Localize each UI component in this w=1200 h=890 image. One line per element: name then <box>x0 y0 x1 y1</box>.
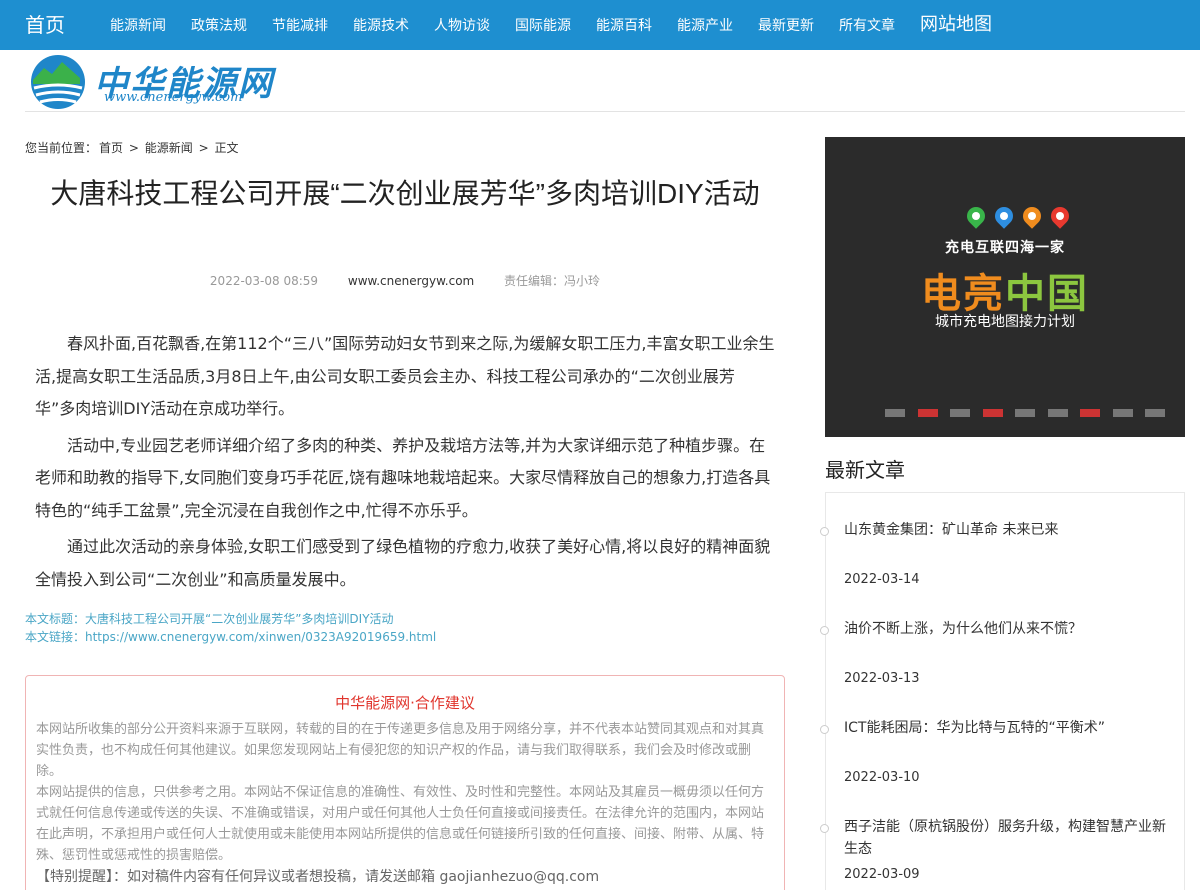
notice-title: 中华能源网·合作建议 <box>335 694 475 712</box>
ad-headline: 充电互联四海一家 <box>945 240 1065 256</box>
nav-item-latest-updates[interactable]: 最新更新 <box>758 15 814 35</box>
breadcrumb-home-link[interactable]: 首页 <box>99 141 123 155</box>
cooperation-notice: 中华能源网·合作建议 本网站所收集的部分公开资料来源于互联网，转载的目的在于传递… <box>25 675 785 890</box>
nav-home-link[interactable]: 首页 <box>25 9 65 38</box>
latest-article-date: 2022-03-09 <box>844 867 920 882</box>
bullet-icon <box>820 824 829 833</box>
top-nav-bar: 首页 能源新闻 政策法规 节能减排 能源技术 人物访谈 国际能源 能源百科 能源… <box>0 0 1200 50</box>
sponsor-logo-icon <box>1047 409 1068 417</box>
latest-article-link[interactable]: 西子洁能（原杭锅股份）服务升级，构建智慧产业新生态 <box>844 816 1174 860</box>
nav-item-policy[interactable]: 政策法规 <box>191 15 247 35</box>
notice-paragraph: 本网站所收集的部分公开资料来源于互联网，转载的目的在于传递更多信息及用于网络分享… <box>36 722 765 779</box>
article-info-link[interactable]: 本文链接：https://www.cnenergyw.com/xinwen/03… <box>25 628 436 646</box>
map-pin-icon <box>991 203 1017 229</box>
nav-sitemap-link[interactable]: 网站地图 <box>920 10 992 36</box>
sidebar-ad-banner[interactable]: 充电互联四海一家 电亮中国 城市充电地图接力计划 <box>825 137 1185 437</box>
map-pin-icon <box>1019 203 1045 229</box>
sponsor-logo-icon <box>1112 409 1133 417</box>
article-paragraph: 春风扑面,百花飘香,在第112个“三八”国际劳动妇女节到来之际,为缓解女职工压力… <box>35 334 775 419</box>
nav-item-energy-news[interactable]: 能源新闻 <box>110 15 166 35</box>
nav-item-energy-saving[interactable]: 节能减排 <box>272 15 328 35</box>
sponsor-logo-icon <box>917 409 938 417</box>
article-source: www.cnenergyw.com <box>347 274 475 288</box>
sponsor-logo-icon <box>1080 409 1100 417</box>
article-body: 春风扑面,百花飘香,在第112个“三八”国际劳动妇女节到来之际,为缓解女职工压力… <box>35 328 775 600</box>
breadcrumb-section-link[interactable]: 能源新闻 <box>145 141 193 155</box>
article-date: 2022-03-08 08:59 <box>209 274 319 288</box>
nav-item-encyclopedia[interactable]: 能源百科 <box>596 15 652 35</box>
latest-article-link[interactable]: 油价不断上涨，为什么他们从来不慌？ <box>844 618 1174 640</box>
header-divider <box>25 111 1185 112</box>
map-pin-icon <box>963 203 989 229</box>
nav-item-all-articles[interactable]: 所有文章 <box>839 15 895 35</box>
latest-article-date: 2022-03-10 <box>844 770 920 785</box>
sponsor-logo-icon <box>885 409 905 417</box>
nav-item-intl-energy[interactable]: 国际能源 <box>515 15 571 35</box>
notice-contact: 【特别提醒】：如对稿件内容有任何异议或者想投稿，请发送邮箱 gaojianhez… <box>36 869 600 885</box>
article-paragraph: 活动中,专业园艺老师详细介绍了多肉的种类、养护及栽培方法等,并为大家详细示范了种… <box>35 435 771 520</box>
article-meta: 2022-03-08 08:59 www.cnenergyw.com 责任编辑：… <box>25 272 785 289</box>
sponsor-logo-icon <box>1145 409 1165 417</box>
sponsor-logo-icon <box>950 409 970 417</box>
breadcrumb: 您当前位置： 首页 > 能源新闻 > 正文 <box>25 139 241 156</box>
nav-item-industry[interactable]: 能源产业 <box>677 15 733 35</box>
logo-url-text: www.cnenergyw.com <box>104 90 243 105</box>
map-pin-icon <box>1047 203 1073 229</box>
nav-item-energy-tech[interactable]: 能源技术 <box>353 15 409 35</box>
latest-article-date: 2022-03-13 <box>844 671 920 686</box>
nav-item-interviews[interactable]: 人物访谈 <box>434 15 490 35</box>
latest-articles-heading: 最新文章 <box>825 458 905 482</box>
breadcrumb-separator: > <box>198 141 209 155</box>
breadcrumb-current: 正文 <box>214 141 239 155</box>
article-editor: 责任编辑：冯小玲 <box>504 274 601 288</box>
breadcrumb-separator: > <box>128 141 139 155</box>
breadcrumb-prefix: 您当前位置： <box>25 141 98 155</box>
bullet-icon <box>820 626 829 635</box>
article-paragraph: 通过此次活动的亲身体验,女职工们感受到了绿色植物的疗愈力,收获了美好心情,将以良… <box>35 537 771 589</box>
latest-article-date: 2022-03-14 <box>844 572 920 587</box>
latest-article-link[interactable]: ICT能耗困局：华为比特与瓦特的“平衡术” <box>844 717 1174 739</box>
bullet-icon <box>820 725 829 734</box>
article-info-title: 本文标题：大唐科技工程公司开展“二次创业展芳华”多肉培训DIY活动 <box>25 612 394 626</box>
ad-subtitle: 城市充电地图接力计划 <box>935 314 1075 330</box>
latest-article-link[interactable]: 山东黄金集团：矿山革命 未来已来 <box>844 519 1174 541</box>
article-info: 本文标题：大唐科技工程公司开展“二次创业展芳华”多肉培训DIY活动 本文链接：h… <box>25 610 436 646</box>
latest-articles-list: 山东黄金集团：矿山革命 未来已来 2022-03-14 油价不断上涨，为什么他们… <box>820 492 1185 890</box>
bullet-icon <box>820 527 829 536</box>
article-title: 大唐科技工程公司开展“二次创业展芳华”多肉培训DIY活动 <box>50 178 760 209</box>
sponsor-logo-icon <box>982 409 1003 417</box>
sponsor-logo-icon <box>1015 409 1035 417</box>
ad-sponsor-logos <box>885 409 1165 421</box>
notice-paragraph: 本网站提供的信息，只供参考之用。本网站不保证信息的准确性、有效性、及时性和完整性… <box>36 785 765 863</box>
